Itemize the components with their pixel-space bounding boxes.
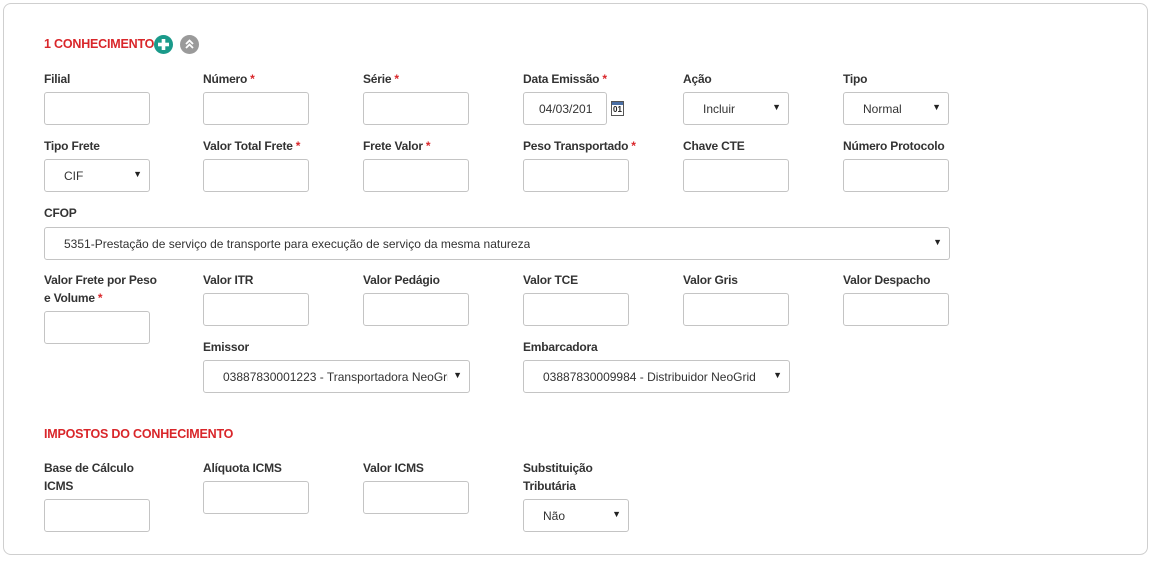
valor-despacho-input[interactable] [843, 293, 949, 326]
data-emissao-label: Data Emissão * [523, 72, 607, 86]
acao-select[interactable]: Incluir ▼ [683, 92, 789, 125]
cfop-label: CFOP [44, 206, 77, 220]
valor-icms-label: Valor ICMS [363, 461, 424, 475]
valor-frete-peso-volume-input[interactable] [44, 311, 150, 344]
filial-label: Filial [44, 72, 71, 86]
chave-cte-input[interactable] [683, 159, 789, 192]
cfop-select[interactable]: 5351-Prestação de serviço de transporte … [44, 227, 950, 260]
numero-input[interactable] [203, 92, 309, 125]
valor-total-frete-input[interactable] [203, 159, 309, 192]
numero-protocolo-input[interactable] [843, 159, 949, 192]
emissor-label: Emissor [203, 340, 249, 354]
valor-itr-input[interactable] [203, 293, 309, 326]
valor-despacho-label: Valor Despacho [843, 273, 931, 287]
tipo-frete-label: Tipo Frete [44, 139, 100, 153]
valor-pedagio-label: Valor Pedágio [363, 273, 440, 287]
plus-circle-icon[interactable] [154, 35, 173, 54]
valor-itr-label: Valor ITR [203, 273, 254, 287]
tipo-label: Tipo [843, 72, 868, 86]
substituicao-tributaria-label: Substituição Tributária [523, 461, 593, 493]
valor-icms-input[interactable] [363, 481, 469, 514]
section-title-impostos: IMPOSTOS DO CONHECIMENTO [44, 427, 234, 441]
valor-frete-peso-volume-label: Valor Frete por Peso e Volume * [44, 273, 157, 305]
chevron-double-up-icon[interactable] [180, 35, 199, 54]
base-calculo-icms-label: Base de Cálculo ICMS [44, 461, 134, 493]
valor-gris-input[interactable] [683, 293, 789, 326]
valor-total-frete-label: Valor Total Frete * [203, 139, 301, 153]
emissor-select[interactable]: 03887830001223 - Transportadora NeoGri ▼ [203, 360, 470, 393]
acao-label: Ação [683, 72, 712, 86]
peso-transportado-label: Peso Transportado * [523, 139, 636, 153]
numero-label: Número * [203, 72, 255, 86]
chave-cte-label: Chave CTE [683, 139, 745, 153]
valor-tce-input[interactable] [523, 293, 629, 326]
embarcadora-label: Embarcadora [523, 340, 598, 354]
base-calculo-icms-input[interactable] [44, 499, 150, 532]
aliquota-icms-input[interactable] [203, 481, 309, 514]
embarcadora-select[interactable]: 03887830009984 - Distribuidor NeoGrid ▼ [523, 360, 790, 393]
tipo-frete-select[interactable]: CIF ▼ [44, 159, 150, 192]
tipo-select[interactable]: Normal ▼ [843, 92, 949, 125]
substituicao-tributaria-select[interactable]: Não ▼ [523, 499, 629, 532]
serie-label: Série * [363, 72, 399, 86]
filial-input[interactable] [44, 92, 150, 125]
frete-valor-label: Frete Valor * [363, 139, 431, 153]
calendar-icon[interactable]: 01 [611, 101, 624, 116]
valor-pedagio-input[interactable] [363, 293, 469, 326]
data-emissao-input[interactable]: 04/03/201 [523, 92, 607, 125]
section-title-conhecimento: 1 CONHECIMENTO [44, 37, 155, 51]
valor-gris-label: Valor Gris [683, 273, 738, 287]
numero-protocolo-label: Número Protocolo [843, 139, 945, 153]
peso-transportado-input[interactable] [523, 159, 629, 192]
valor-tce-label: Valor TCE [523, 273, 578, 287]
frete-valor-input[interactable] [363, 159, 469, 192]
serie-input[interactable] [363, 92, 469, 125]
aliquota-icms-label: Alíquota ICMS [203, 461, 282, 475]
